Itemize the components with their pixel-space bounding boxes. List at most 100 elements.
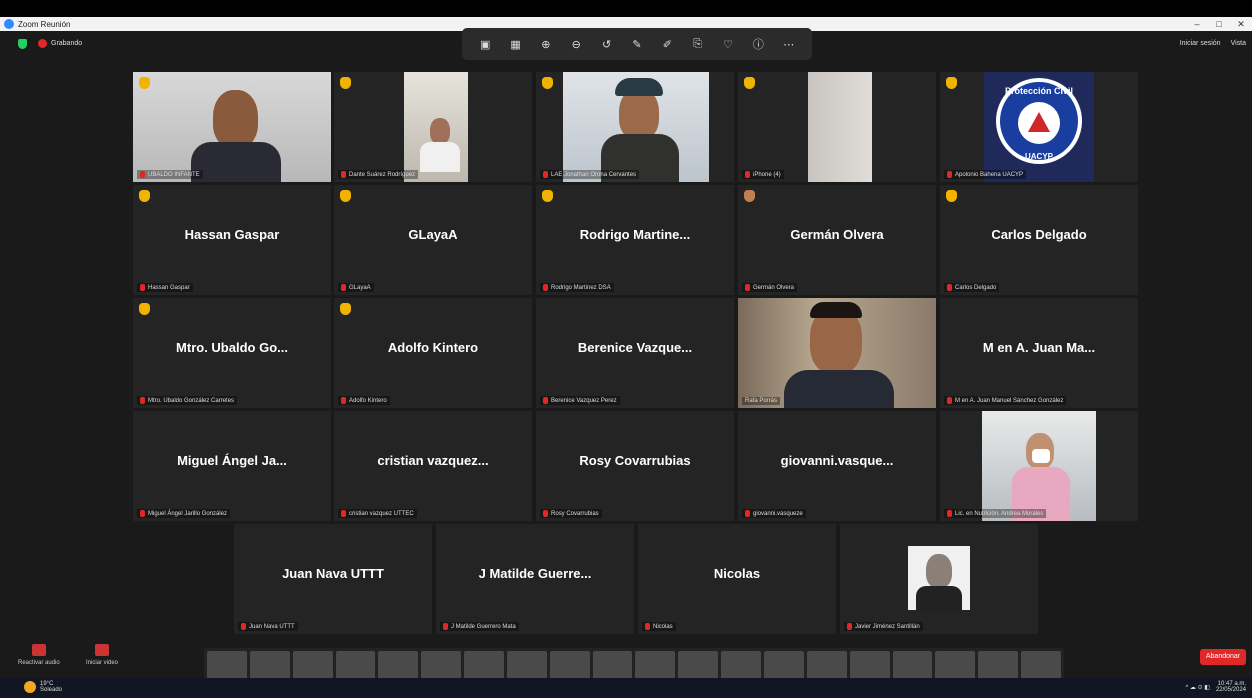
zoom-out-icon[interactable]: ⊖: [566, 38, 586, 51]
participant-name: Carlos Delgado: [955, 284, 997, 291]
more-icon[interactable]: ⋯: [779, 38, 799, 51]
view-button[interactable]: Vista: [1231, 40, 1246, 47]
info-icon[interactable]: ⓘ: [748, 36, 768, 52]
participant-name-label: UBALDO INFANTE: [137, 170, 203, 179]
participant-name: Germán Olvera: [753, 284, 795, 291]
participant-name-label: Apolonio Bahena UACYP: [944, 170, 1027, 179]
participant-tile[interactable]: LAE Jonathan Orona Cervantes: [536, 72, 734, 182]
rotate-icon[interactable]: ↺: [597, 38, 617, 51]
raised-hand-icon: [340, 77, 351, 89]
pen-icon[interactable]: ✐: [657, 38, 677, 51]
participant-tile[interactable]: Rodrigo Martine... Rodrigo Martinez DSA: [536, 185, 734, 295]
participant-name-label: Lic. en Nutrición. Andrea Morales: [944, 509, 1047, 518]
participant-display-name: Rodrigo Martine...: [579, 227, 691, 242]
muted-mic-icon: [543, 171, 548, 178]
weather-widget[interactable]: 19°C Soleado: [24, 681, 62, 693]
raised-hand-icon: [744, 77, 755, 89]
minimize-button[interactable]: –: [1186, 17, 1208, 31]
muted-mic-icon: [745, 510, 750, 517]
participant-tile[interactable]: GLayaA GLayaA: [334, 185, 532, 295]
participant-tile[interactable]: cristian vazquez... cristian vazquez UTTE…: [334, 411, 532, 521]
close-button[interactable]: ✕: [1230, 17, 1252, 31]
participant-tile[interactable]: Rosy Covarrubias Rosy Covarrubias: [536, 411, 734, 521]
window-title: Zoom Reunión: [18, 19, 71, 29]
recording-indicator[interactable]: Grabando: [38, 39, 82, 48]
recording-label: Grabando: [51, 40, 83, 47]
participant-name: Lic. en Nutrición. Andrea Morales: [955, 510, 1044, 517]
participant-name: Hassan Gaspar: [148, 284, 190, 291]
participant-display-name: cristian vazquez...: [377, 453, 489, 468]
participant-tile[interactable]: Lic. en Nutrición. Andrea Morales: [940, 411, 1138, 521]
participant-display-name: Hassan Gaspar: [184, 227, 280, 242]
participant-name: Berenice Vazquez Perez: [551, 397, 617, 404]
participant-name: Javier Jiménez Santillán: [855, 623, 920, 630]
muted-mic-icon: [543, 284, 548, 291]
leave-meeting-button[interactable]: Abandonar: [1200, 649, 1246, 665]
system-tray: ^ ☁ ⊙ ◧ 10:47 a.m. 22/05/2024: [1185, 681, 1246, 693]
participant-display-name: giovanni.vasque...: [780, 453, 894, 468]
signin-button[interactable]: Iniciar sesión: [1180, 40, 1221, 47]
maximize-button[interactable]: □: [1208, 17, 1230, 31]
participant-tile[interactable]: Hassan Gaspar Hassan Gaspar: [133, 185, 331, 295]
windows-taskbar: [0, 678, 1252, 698]
participant-tile[interactable]: iPhone (4): [738, 72, 936, 182]
participant-tile[interactable]: Juan Nava UTTT Juan Nava UTTT: [234, 524, 432, 634]
unmute-audio-label: Reactivar audio: [18, 660, 60, 666]
participant-name-label: Javier Jiménez Santillán: [844, 622, 923, 631]
muted-mic-icon: [947, 171, 952, 178]
participant-name-label: Mtro. Ubaldo González Carretes: [137, 396, 238, 405]
participant-tile[interactable]: M en A. Juan Ma... M en A. Juan Manuel Sá…: [940, 298, 1138, 408]
participant-tile[interactable]: Protección Civil UACYP Apolonio Bahena UAC…: [940, 72, 1138, 182]
participant-name: Rodrigo Martinez DSA: [551, 284, 611, 291]
participant-tile[interactable]: Dante Suárez Rodríguez: [334, 72, 532, 182]
participant-name-label: GLayaA: [338, 283, 374, 292]
muted-mic-icon: [443, 623, 448, 630]
participant-tile[interactable]: Carlos Delgado Carlos Delgado: [940, 185, 1138, 295]
raised-hand-icon: [139, 77, 150, 89]
participant-video: [404, 72, 468, 182]
participant-name-label: Rodrigo Martinez DSA: [540, 283, 614, 292]
muted-mic-icon: [543, 397, 548, 404]
participant-tile[interactable]: UBALDO INFANTE: [133, 72, 331, 182]
participant-tile[interactable]: Adolfo Kintero Adolfo Kintero: [334, 298, 532, 408]
participant-tile[interactable]: Miguel Ángel Ja... Miguel Ángel Jarillo G…: [133, 411, 331, 521]
muted-mic-icon: [745, 284, 750, 291]
copy-icon[interactable]: ⎘: [688, 38, 708, 51]
unmute-audio-button[interactable]: Reactivar audio: [18, 644, 60, 666]
participant-tile[interactable]: Javier Jiménez Santillán: [840, 524, 1038, 634]
participant-tile[interactable]: Berenice Vazque... Berenice Vazquez Perez: [536, 298, 734, 408]
participant-tile[interactable]: Mtro. Ubaldo Go... Mtro. Ubaldo González …: [133, 298, 331, 408]
raised-hand-icon: [340, 190, 351, 202]
zoom-in-icon[interactable]: ⊕: [536, 38, 556, 51]
participant-tile[interactable]: Nicolas Nicolas: [638, 524, 836, 634]
snapshot-icon[interactable]: ▣: [475, 38, 495, 51]
participant-tile[interactable]: giovanni.vasque... giovanni.vasqueze: [738, 411, 936, 521]
participant-tile[interactable]: Rafa Porrás: [738, 298, 936, 408]
participant-name-label: giovanni.vasqueze: [742, 509, 806, 518]
participant-name-label: Carlos Delgado: [944, 283, 1000, 292]
draw-icon[interactable]: ✎: [627, 38, 647, 51]
participant-tile[interactable]: Germán Olvera Germán Olvera: [738, 185, 936, 295]
participant-video: Protección Civil UACYP: [984, 72, 1094, 182]
raised-hand-icon: [340, 303, 351, 315]
participant-display-name: Mtro. Ubaldo Go...: [176, 340, 288, 355]
raised-hand-icon: [542, 77, 553, 89]
muted-mic-icon: [947, 284, 952, 291]
participant-name: Apolonio Bahena UACYP: [955, 171, 1024, 178]
participant-name-label: Dante Suárez Rodríguez: [338, 170, 419, 179]
participant-name: M en A. Juan Manuel Sánchez González: [955, 397, 1064, 404]
muted-mic-icon: [341, 284, 346, 291]
heart-icon[interactable]: ♡: [718, 38, 738, 51]
grid-icon[interactable]: ▦: [506, 38, 526, 51]
participant-display-name: Juan Nava UTTT: [282, 566, 384, 581]
tray-icons[interactable]: ^ ☁ ⊙ ◧: [1185, 684, 1210, 691]
participant-name-label: iPhone (4): [742, 170, 784, 179]
security-shield-icon[interactable]: [18, 39, 27, 49]
participant-name-label: Adolfo Kintero: [338, 396, 390, 405]
participant-name: Nicolas: [653, 623, 673, 630]
participant-video: [738, 298, 936, 408]
start-video-button[interactable]: Iniciar video: [86, 644, 118, 666]
participant-tile[interactable]: J Matilde Guerre... J Matilde Guerrero Ma…: [436, 524, 634, 634]
window-controls: – □ ✕: [1186, 17, 1252, 31]
muted-mic-icon: [31, 644, 46, 656]
